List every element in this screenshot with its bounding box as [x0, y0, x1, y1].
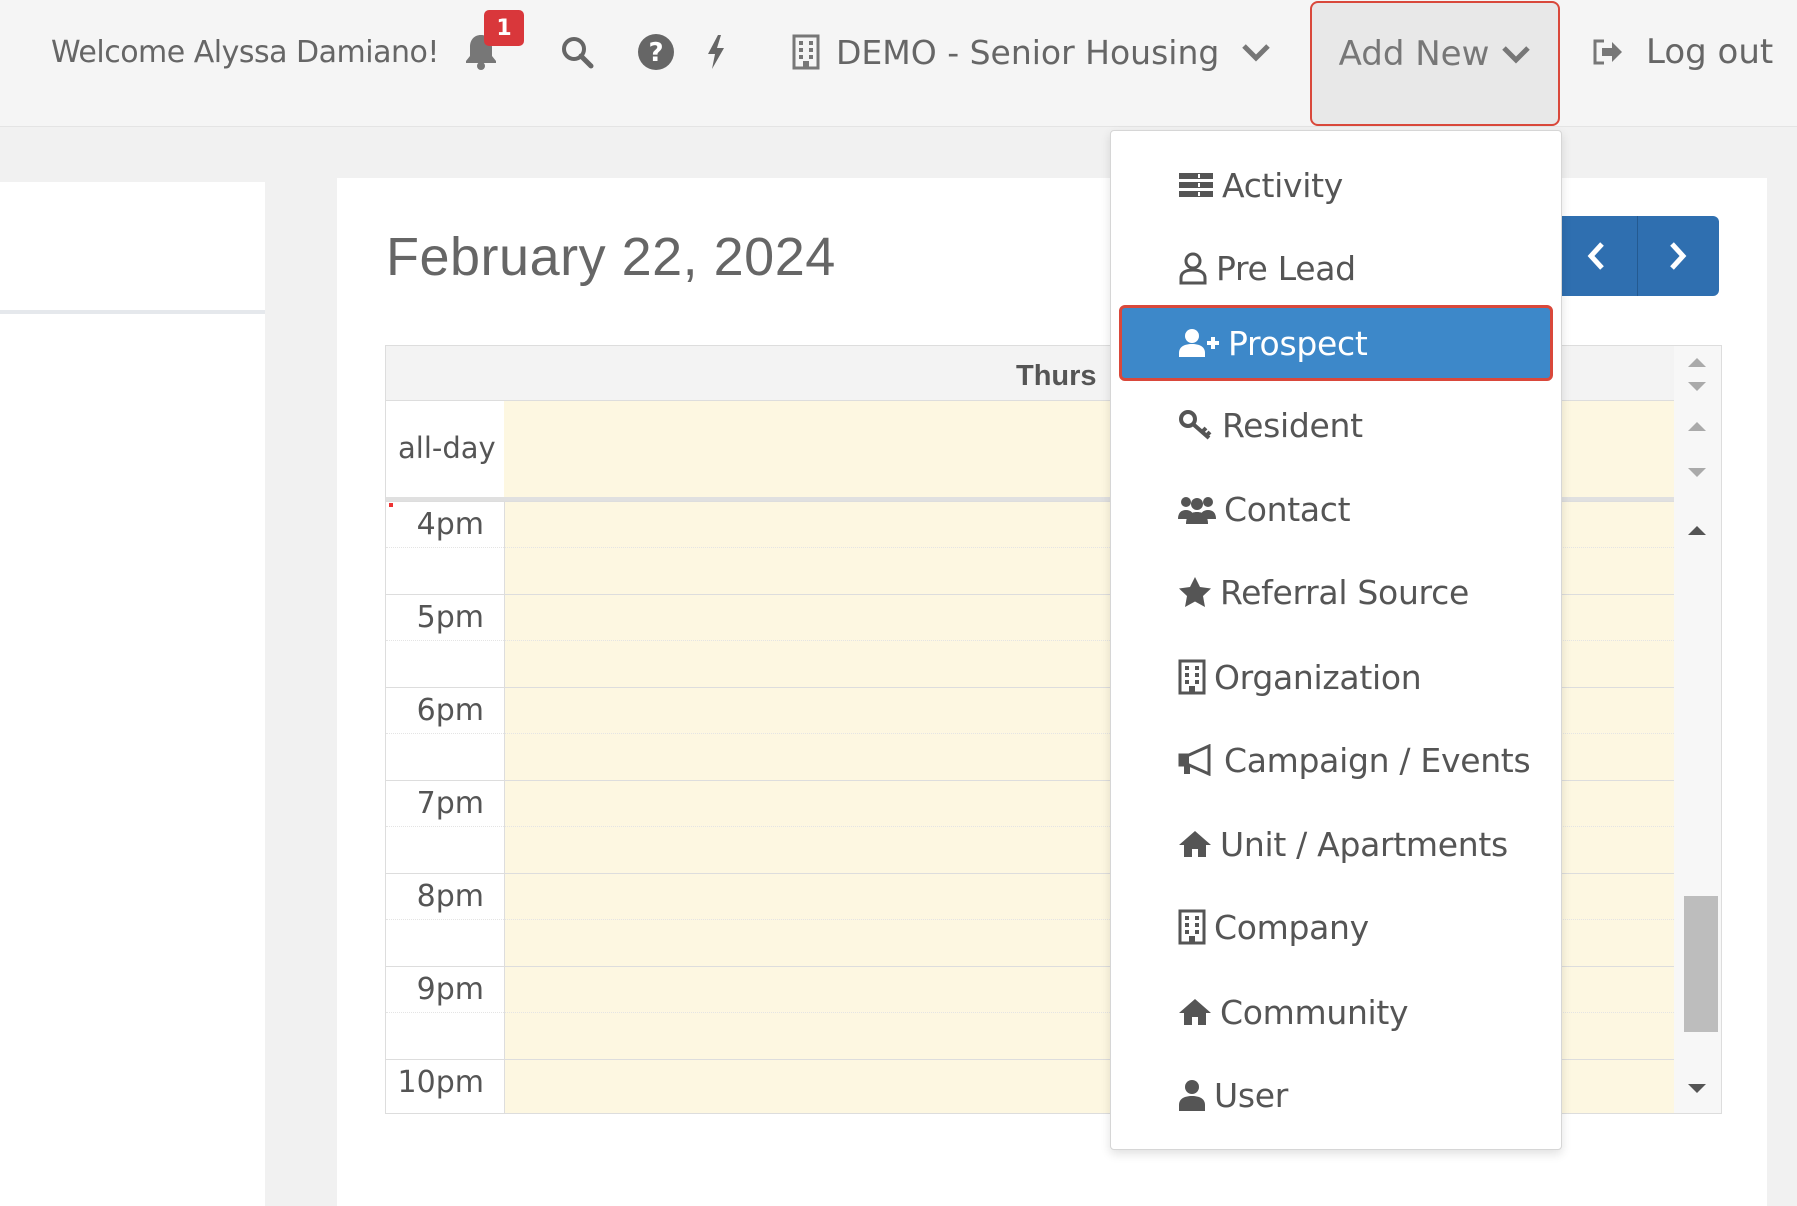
- menu-item-user[interactable]: User: [1121, 1057, 1551, 1133]
- star-icon: [1179, 577, 1211, 607]
- hour-label: 8pm: [416, 879, 484, 914]
- logout-link[interactable]: Log out: [1592, 0, 1773, 104]
- menu-item-label: Activity: [1222, 165, 1344, 205]
- search-icon[interactable]: [560, 0, 594, 104]
- organization-name: DEMO - Senior Housing: [836, 32, 1220, 72]
- hour-label: 10pm: [397, 1065, 484, 1100]
- menu-item-label: Campaign / Events: [1224, 740, 1531, 780]
- sign-out-icon: [1593, 39, 1622, 65]
- building-icon: [1178, 659, 1206, 695]
- scroll-up-arrow[interactable]: [1688, 422, 1706, 431]
- building-icon: [1178, 909, 1206, 945]
- menu-item-label: User: [1214, 1075, 1289, 1115]
- menu-item-community[interactable]: Community: [1121, 974, 1551, 1050]
- scroll-down-arrow[interactable]: [1688, 468, 1706, 477]
- chevron-down-icon: [1502, 45, 1531, 64]
- notification-count-badge[interactable]: 1: [484, 10, 524, 46]
- menu-item-label: Community: [1220, 992, 1409, 1032]
- menu-item-label: Prospect: [1228, 323, 1368, 363]
- day-header: Thurs: [1016, 360, 1097, 392]
- menu-item-organization[interactable]: Organization: [1121, 639, 1551, 715]
- user-outline-icon: [1179, 252, 1207, 285]
- scroll-down-arrow[interactable]: [1688, 1084, 1706, 1093]
- key-icon: [1179, 410, 1212, 440]
- hour-label: 9pm: [416, 972, 484, 1007]
- prev-day-button[interactable]: [1555, 216, 1637, 296]
- calendar-nav-group: [1555, 216, 1719, 296]
- top-bar: Welcome Alyssa Damiano! 1 ? DEMO - Senio…: [0, 0, 1797, 127]
- menu-item-label: Resident: [1222, 405, 1363, 445]
- menu-item-referral-source[interactable]: Referral Source: [1121, 554, 1551, 630]
- menu-item-label: Referral Source: [1220, 572, 1469, 612]
- menu-item-campaign-events[interactable]: Campaign / Events: [1121, 722, 1551, 798]
- list-icon: [1179, 173, 1213, 197]
- menu-item-prospect[interactable]: Prospect: [1119, 305, 1553, 381]
- menu-item-contact[interactable]: Contact: [1121, 471, 1551, 547]
- hour-label: 4pm: [416, 507, 484, 542]
- bolt-icon[interactable]: [705, 0, 727, 104]
- menu-item-pre-lead[interactable]: Pre Lead: [1121, 230, 1551, 306]
- welcome-message: Welcome Alyssa Damiano!: [51, 34, 439, 70]
- menu-item-activity[interactable]: Activity: [1121, 147, 1551, 223]
- scroll-thumb[interactable]: [1684, 896, 1718, 1032]
- add-new-label: Add New: [1338, 33, 1490, 74]
- calendar-scrollbar[interactable]: [1674, 346, 1721, 1113]
- menu-item-unit-apartments[interactable]: Unit / Apartments: [1121, 806, 1551, 882]
- chevron-right-icon: [1670, 242, 1687, 270]
- hour-label: 7pm: [416, 786, 484, 821]
- menu-item-label: Pre Lead: [1216, 248, 1356, 288]
- menu-item-label: Company: [1214, 907, 1369, 947]
- home-icon: [1179, 831, 1211, 857]
- all-day-label: all-day: [398, 431, 496, 465]
- svg-text:?: ?: [648, 38, 663, 68]
- hour-label: 5pm: [416, 600, 484, 635]
- menu-item-label: Unit / Apartments: [1220, 824, 1508, 864]
- bullhorn-icon: [1178, 744, 1211, 776]
- divider: [0, 310, 265, 314]
- menu-item-resident[interactable]: Resident: [1121, 387, 1551, 463]
- chevron-left-icon: [1587, 242, 1604, 270]
- logout-label: Log out: [1646, 32, 1774, 72]
- add-new-menu: Activity Pre Lead Prospect Resident Cont…: [1110, 130, 1562, 1150]
- organization-selector[interactable]: DEMO - Senior Housing: [792, 0, 1271, 104]
- building-icon: [792, 34, 820, 70]
- user-icon: [1179, 1080, 1205, 1111]
- user-plus-icon: [1179, 329, 1219, 357]
- users-icon: [1178, 497, 1216, 524]
- scroll-down-arrow[interactable]: [1688, 382, 1706, 391]
- menu-item-label: Organization: [1214, 657, 1422, 697]
- left-panel: [0, 182, 265, 1206]
- add-new-button[interactable]: Add New: [1310, 1, 1560, 126]
- calendar-date-title: February 22, 2024: [386, 227, 836, 287]
- chevron-down-icon: [1242, 44, 1271, 62]
- help-icon[interactable]: ?: [637, 0, 675, 104]
- next-day-button[interactable]: [1636, 216, 1720, 296]
- scroll-up-arrow[interactable]: [1688, 526, 1706, 535]
- scroll-up-arrow[interactable]: [1688, 358, 1706, 367]
- menu-item-company[interactable]: Company: [1121, 889, 1551, 965]
- hour-label: 6pm: [416, 693, 484, 728]
- home-icon: [1179, 999, 1211, 1025]
- menu-item-label: Contact: [1224, 489, 1351, 529]
